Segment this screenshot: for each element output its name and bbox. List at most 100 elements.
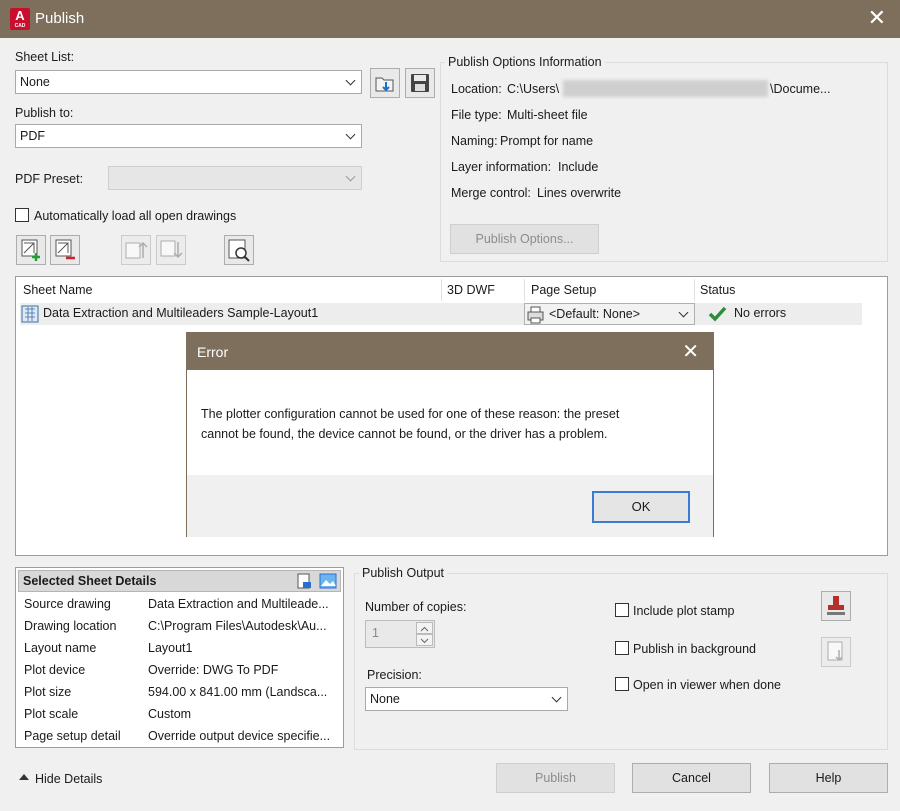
status-cell: No errors: [734, 306, 787, 320]
publish-background-checkbox[interactable]: [615, 641, 629, 655]
plotter-icon: [527, 306, 544, 324]
plot-stamp-checkbox[interactable]: [615, 603, 629, 617]
column-header-sheet-name[interactable]: Sheet Name: [23, 283, 92, 297]
naming-value: Prompt for name: [500, 134, 594, 148]
save-icon: [411, 74, 429, 92]
move-down-icon: [160, 240, 183, 259]
chevron-down-icon: [420, 638, 429, 644]
open-viewer-label: Open in viewer when done: [633, 678, 782, 692]
table-row[interactable]: Data Extraction and Multileaders Sample-…: [20, 303, 862, 325]
layout-sheet-icon: [21, 305, 39, 323]
copies-decrement[interactable]: [416, 634, 433, 646]
detail-label: Plot size: [24, 685, 72, 699]
error-message-line1: The plotter configuration cannot be used…: [201, 407, 620, 421]
location-value-end: \Docume...: [770, 82, 831, 96]
detail-value: Data Extraction and Multileade...: [148, 597, 329, 611]
publish-to-select[interactable]: PDF: [15, 124, 362, 148]
detail-label: Drawing location: [24, 619, 117, 633]
sheet-list-select[interactable]: None: [15, 70, 362, 94]
chevron-down-icon: [345, 75, 356, 86]
publish-options-title: Publish Options Information: [445, 55, 605, 69]
sheet-details-icon: [297, 573, 311, 589]
chevron-down-icon: [551, 692, 562, 703]
merge-control-value: Lines overwrite: [537, 186, 622, 200]
load-sheet-list-button[interactable]: [370, 68, 400, 98]
sheet-list-label: Sheet List:: [15, 50, 75, 64]
detail-label: Plot device: [24, 663, 86, 677]
pdf-preset-label: PDF Preset:: [15, 172, 84, 186]
auto-load-checkbox[interactable]: [15, 208, 29, 222]
page-setup-value: <Default: None>: [549, 307, 641, 321]
app-logo-icon: A CAD: [10, 8, 30, 30]
publish-button[interactable]: Publish: [496, 763, 615, 793]
publish-options-button[interactable]: Publish Options...: [450, 224, 599, 254]
close-icon[interactable]: ✕: [868, 6, 886, 30]
open-viewer-checkbox[interactable]: [615, 677, 629, 691]
detail-label: Layout name: [24, 641, 97, 655]
detail-label: Page setup detail: [24, 729, 121, 743]
publish-background-label: Publish in background: [633, 642, 756, 656]
window-title: Publish: [35, 10, 85, 27]
move-sheet-down-button[interactable]: [156, 235, 186, 265]
error-dialog: Error ✕ The plotter configuration cannot…: [186, 332, 714, 537]
detail-label: Source drawing: [24, 597, 111, 611]
error-dialog-titlebar: Error ✕: [187, 333, 713, 370]
background-settings-button[interactable]: [821, 637, 851, 667]
filetype-value: Multi-sheet file: [507, 108, 588, 122]
column-header-status[interactable]: Status: [700, 283, 735, 297]
detail-value: Override output device specifie...: [148, 729, 331, 743]
merge-control-label: Merge control:: [451, 186, 531, 200]
move-up-icon: [125, 241, 148, 259]
copies-value: 1: [372, 626, 379, 640]
page-setup-select[interactable]: <Default: None>: [524, 303, 695, 325]
save-sheet-list-button[interactable]: [405, 68, 435, 98]
hide-details-link[interactable]: Hide Details: [35, 772, 102, 786]
remove-sheet-icon: [55, 239, 75, 260]
detail-label: Plot scale: [24, 707, 79, 721]
precision-select[interactable]: None: [365, 687, 568, 711]
detail-value: Custom: [148, 707, 192, 721]
error-message-line2: cannot be found, the device cannot be fo…: [201, 427, 608, 441]
auto-load-label: Automatically load all open drawings: [34, 209, 237, 223]
chevron-down-icon: [678, 307, 689, 318]
move-sheet-up-button[interactable]: [121, 235, 151, 265]
chevron-down-icon: [345, 129, 356, 140]
detail-value: 594.00 x 841.00 mm (Landsca...: [148, 685, 328, 699]
redacted-username: [563, 80, 768, 97]
location-value-start: C:\Users\: [507, 82, 560, 96]
copies-increment[interactable]: [416, 622, 433, 634]
chevron-up-icon: [420, 626, 429, 632]
copies-label: Number of copies:: [365, 600, 467, 614]
window-titlebar: A CAD Publish ✕: [0, 0, 900, 38]
ok-button[interactable]: OK: [592, 491, 690, 523]
sheet-name-cell: Data Extraction and Multileaders Sample-…: [43, 306, 319, 320]
error-dialog-title: Error: [197, 344, 229, 360]
add-sheets-button[interactable]: [16, 235, 46, 265]
copies-stepper[interactable]: 1: [365, 620, 435, 648]
close-icon[interactable]: ✕: [682, 339, 699, 364]
plot-stamp-settings-button[interactable]: [821, 591, 851, 621]
publish-to-label: Publish to:: [15, 106, 74, 120]
detail-value: Layout1: [148, 641, 193, 655]
filetype-label: File type:: [451, 108, 502, 122]
detail-value: Override: DWG To PDF: [148, 663, 279, 677]
help-button[interactable]: Help: [769, 763, 888, 793]
folder-open-icon: [375, 77, 394, 92]
collapse-triangle-icon: [19, 774, 29, 780]
cancel-button[interactable]: Cancel: [632, 763, 751, 793]
column-header-page-setup[interactable]: Page Setup: [531, 283, 596, 297]
document-download-icon: [827, 641, 843, 662]
remove-sheets-button[interactable]: [50, 235, 80, 265]
pdf-preset-select[interactable]: [108, 166, 362, 190]
publish-output-title: Publish Output: [359, 566, 447, 580]
checkmark-icon: [708, 306, 727, 322]
preview-button[interactable]: [224, 235, 254, 265]
chevron-down-icon: [345, 171, 356, 182]
details-title: Selected Sheet Details: [23, 574, 157, 588]
selected-sheet-details: Selected Sheet Details Source drawing Da…: [15, 567, 344, 748]
stamp-icon: [827, 596, 845, 615]
column-header-3d-dwf[interactable]: 3D DWF: [447, 283, 495, 297]
plot-stamp-label: Include plot stamp: [633, 604, 735, 618]
layer-info-label: Layer information:: [451, 160, 552, 174]
error-dialog-footer: OK: [187, 475, 713, 537]
